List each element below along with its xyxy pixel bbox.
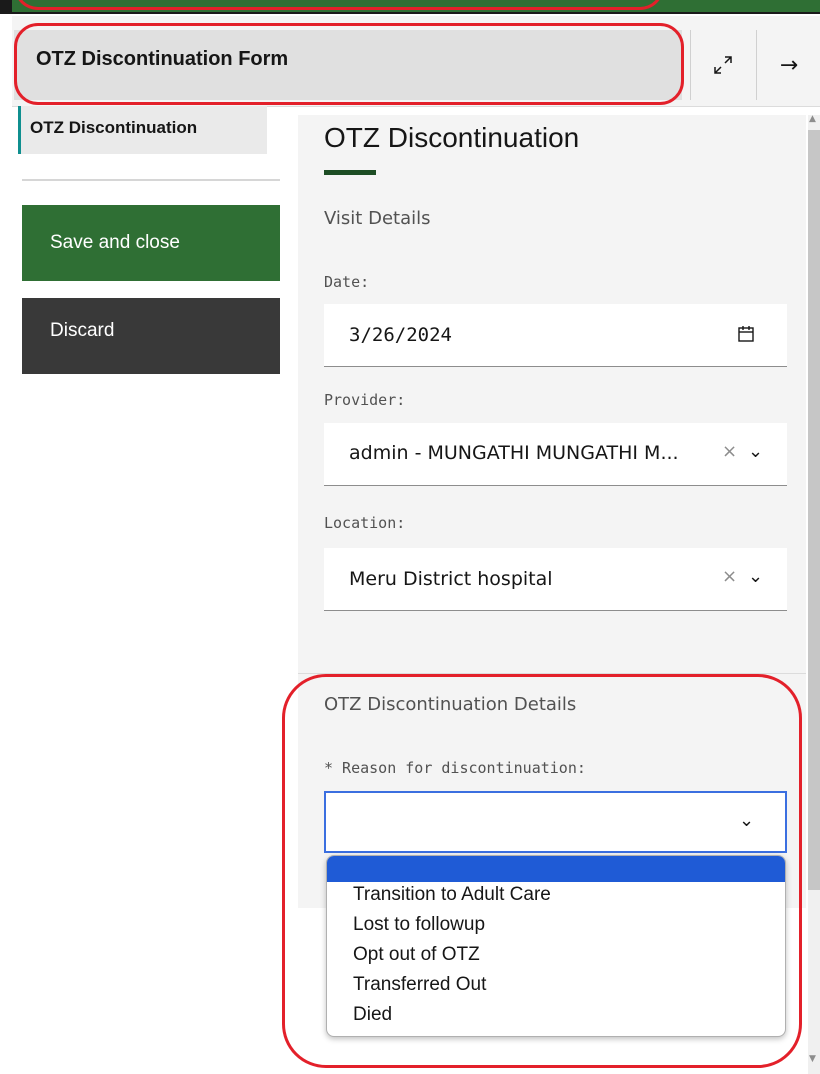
location-chevron-down-icon[interactable]: ⌄	[748, 566, 763, 587]
provider-value: admin - MUNGATHI MUNGATHI M...	[349, 442, 679, 464]
provider-chevron-down-icon[interactable]: ⌄	[748, 441, 763, 462]
location-label: Location:	[324, 514, 406, 532]
annotation-outline-top	[14, 0, 664, 10]
discard-button[interactable]: Discard	[22, 298, 280, 374]
visit-details-heading: Visit Details	[324, 208, 431, 229]
scroll-up-arrow-icon[interactable]: ▲	[809, 114, 816, 124]
provider-clear-icon[interactable]: ×	[722, 441, 737, 462]
maximize-button[interactable]	[690, 30, 755, 100]
forward-button[interactable]: →	[756, 30, 820, 100]
save-and-close-button[interactable]: Save and close	[22, 205, 280, 281]
date-value: 3/26/2024	[349, 324, 452, 346]
form-title: OTZ Discontinuation	[324, 122, 580, 153]
scroll-down-arrow-icon[interactable]: ▼	[809, 1054, 816, 1064]
annotation-outline-otz-details	[282, 674, 802, 1068]
scrollbar-thumb[interactable]	[808, 130, 820, 890]
date-label: Date:	[324, 273, 370, 291]
location-clear-icon[interactable]: ×	[722, 566, 737, 587]
arrow-right-icon: →	[779, 52, 799, 78]
sidebar-divider	[22, 179, 280, 181]
form-title-underline	[324, 170, 376, 175]
maximize-icon	[714, 56, 732, 74]
provider-label: Provider:	[324, 391, 406, 409]
calendar-icon[interactable]	[737, 325, 755, 343]
sidebar-tab-label: OTZ Discontinuation	[30, 118, 198, 137]
annotation-outline-header	[14, 23, 684, 105]
location-value: Meru District hospital	[349, 568, 553, 590]
